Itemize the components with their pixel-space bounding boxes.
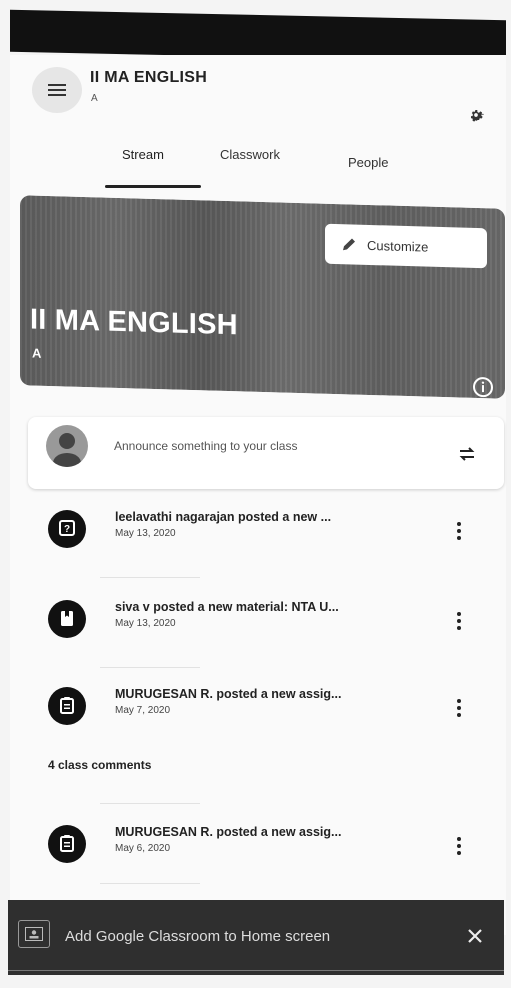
feed-item[interactable]: siva v posted a new material: NTA U... M… [40, 600, 500, 650]
feed-item-date: May 7, 2020 [115, 705, 171, 716]
feed-item[interactable]: MURUGESAN R. posted a new assig... May 6… [40, 825, 500, 875]
settings-button[interactable] [464, 103, 488, 127]
feed-item[interactable]: ? leelavathi nagarajan posted a new ... … [40, 510, 500, 560]
class-comments-link[interactable]: 4 class comments [48, 758, 151, 772]
class-banner: Customize II MA ENGLISH A [20, 195, 505, 399]
active-tab-indicator [105, 185, 201, 188]
tab-bar: Stream Classwork People [10, 143, 506, 191]
divider [100, 577, 200, 578]
announce-placeholder: Announce something to your class [114, 439, 298, 453]
divider [100, 883, 200, 884]
feed-item-date: May 13, 2020 [115, 618, 176, 629]
add-to-home-text[interactable]: Add Google Classroom to Home screen [65, 928, 330, 945]
feed-item-date: May 6, 2020 [115, 843, 171, 854]
question-icon: ? [48, 510, 86, 548]
customize-button[interactable]: Customize [325, 223, 487, 269]
feed-item-title: MURUGESAN R. posted a new assig... [115, 687, 342, 701]
divider [100, 803, 200, 804]
add-to-home-snackbar: Add Google Classroom to Home screen [8, 900, 504, 975]
repost-icon[interactable] [456, 443, 478, 465]
more-options-icon[interactable] [454, 835, 464, 857]
hamburger-icon [48, 84, 66, 96]
assignment-icon [48, 687, 86, 725]
close-button[interactable] [464, 925, 486, 947]
classroom-app-icon [18, 920, 50, 948]
tab-classwork[interactable]: Classwork [220, 147, 280, 162]
material-icon [48, 600, 86, 638]
svg-text:?: ? [64, 524, 70, 535]
classroom-app: II MA ENGLISH A Stream Classwork People … [10, 55, 506, 935]
assignment-icon [48, 825, 86, 863]
menu-button[interactable] [32, 67, 82, 113]
info-icon[interactable] [472, 376, 494, 399]
announce-box[interactable]: Announce something to your class [28, 417, 504, 489]
feed-item-title: MURUGESAN R. posted a new assig... [115, 825, 342, 839]
banner-title: II MA ENGLISH [30, 303, 238, 342]
feed-item-title: siva v posted a new material: NTA U... [115, 600, 339, 614]
more-options-icon[interactable] [454, 610, 464, 632]
more-options-icon[interactable] [454, 520, 464, 542]
pencil-icon [343, 238, 355, 251]
close-icon [468, 929, 482, 943]
feed-item-title: leelavathi nagarajan posted a new ... [115, 510, 332, 524]
class-title: II MA ENGLISH [90, 69, 208, 86]
banner-section: A [32, 345, 42, 361]
customize-label: Customize [367, 237, 429, 255]
class-section: A [91, 93, 98, 104]
more-options-icon[interactable] [454, 697, 464, 719]
gear-icon [471, 110, 484, 122]
feed-item-date: May 13, 2020 [115, 528, 176, 539]
divider [8, 970, 504, 971]
tab-stream[interactable]: Stream [122, 147, 164, 162]
tab-people[interactable]: People [348, 155, 388, 170]
divider [100, 667, 200, 668]
feed-item[interactable]: MURUGESAN R. posted a new assig... May 7… [40, 687, 500, 737]
person-avatar-icon [46, 425, 88, 467]
